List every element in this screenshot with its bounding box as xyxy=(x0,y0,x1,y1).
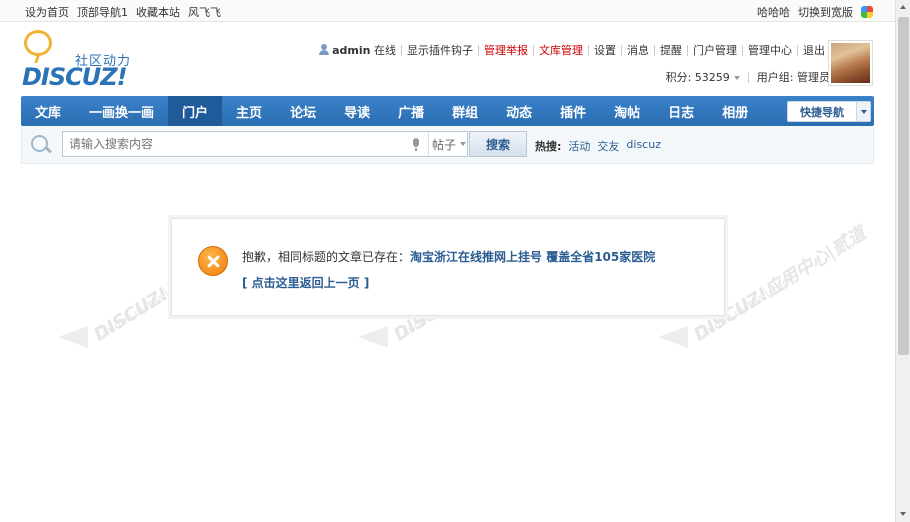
search-icon xyxy=(31,135,51,155)
nav-item-swap[interactable]: 一画换一画 xyxy=(75,96,168,126)
error-notice: 抱歉，相同标题的文章已存在：淘宝浙江在线推网上挂号 覆盖全省105家医院 [ 点… xyxy=(171,218,725,316)
username-link[interactable]: admin xyxy=(332,44,370,57)
nav-item-broadcast[interactable]: 广播 xyxy=(384,96,438,126)
nav-item-groups[interactable]: 群组 xyxy=(438,96,492,126)
watermark-arrow-icon xyxy=(658,326,688,348)
error-icon xyxy=(198,246,228,276)
search-button[interactable]: 搜索 xyxy=(469,131,527,157)
credits-link[interactable]: 积分: 53259 xyxy=(666,69,740,85)
hot-search-label: 热搜: xyxy=(535,140,562,153)
top-nav-link[interactable]: 顶部导航1 xyxy=(77,4,128,20)
settings-link[interactable]: 设置 xyxy=(588,44,621,56)
messages-link[interactable]: 消息 xyxy=(621,44,654,56)
credits-bar: 积分: 53259 用户组: 管理员 xyxy=(666,69,830,85)
nav-item-portal[interactable]: 门户 xyxy=(168,96,223,126)
scroll-up-icon[interactable] xyxy=(896,0,910,15)
microphone-icon[interactable] xyxy=(413,138,419,151)
logout-link[interactable]: 退出 xyxy=(797,44,830,56)
site-logo[interactable]: 社区动力 DISCUZ! xyxy=(22,30,142,92)
search-box: 帖子 xyxy=(62,131,468,157)
theme-color-icon[interactable] xyxy=(861,6,873,18)
hahaha-link[interactable]: 哈哈哈 xyxy=(757,4,790,20)
nav-item-library[interactable]: 文库 xyxy=(21,96,75,126)
separator xyxy=(747,71,749,83)
scroll-down-icon[interactable] xyxy=(896,507,910,522)
hot-term-activity[interactable]: 活动 xyxy=(568,138,590,154)
search-bar: 帖子 搜索 热搜: 活动 交友 discuz xyxy=(21,126,874,164)
manage-reports-link[interactable]: 管理举报 xyxy=(478,44,533,56)
nav-item-home[interactable]: 主页 xyxy=(222,96,276,126)
online-status[interactable]: 在线 xyxy=(374,44,396,57)
search-scope-select[interactable]: 帖子 xyxy=(428,132,468,156)
nav-item-album[interactable]: 相册 xyxy=(708,96,762,126)
logo-wordmark: DISCUZ! xyxy=(22,63,128,91)
notice-message: 抱歉，相同标题的文章已存在：淘宝浙江在线推网上挂号 覆盖全省105家医院 xyxy=(242,248,655,265)
show-plugin-hooks-link[interactable]: 显示插件钩子 xyxy=(401,44,478,56)
quick-nav-label: 快捷导航 xyxy=(800,105,844,119)
credits-value: 积分: 53259 xyxy=(665,71,730,84)
watermark-arrow-icon xyxy=(358,326,388,348)
logo-bubble-tail xyxy=(34,53,46,63)
top-right-links: 哈哈哈 切换到宽版 xyxy=(757,4,873,20)
quick-nav-button[interactable]: 快捷导航 xyxy=(787,101,871,122)
hot-search: 热搜: 活动 交友 discuz xyxy=(535,138,661,154)
search-scope-value: 帖子 xyxy=(432,137,457,152)
caret-down-icon xyxy=(460,142,467,146)
user-link[interactable]: 风飞飞 xyxy=(188,4,221,20)
set-homepage-link[interactable]: 设为首页 xyxy=(25,4,69,20)
avatar[interactable] xyxy=(828,40,873,86)
notice-prefix: 抱歉，相同标题的文章已存在： xyxy=(242,250,411,264)
nav-item-blog[interactable]: 日志 xyxy=(654,96,708,126)
user-info: admin 在线 xyxy=(319,44,401,56)
hot-term-discuz[interactable]: discuz xyxy=(626,138,661,154)
nav-item-forum[interactable]: 论坛 xyxy=(276,96,330,126)
top-left-links: 设为首页 顶部导航1 收藏本站 风飞飞 xyxy=(25,4,221,20)
existing-article-link[interactable]: 淘宝浙江在线推网上挂号 覆盖全省105家医院 xyxy=(410,250,655,264)
avatar-image xyxy=(831,43,870,83)
admin-center-link[interactable]: 管理中心 xyxy=(742,44,797,56)
bookmark-link[interactable]: 收藏本站 xyxy=(136,4,180,20)
caret-down-icon xyxy=(733,76,740,80)
chevron-down-icon[interactable] xyxy=(856,102,870,121)
search-input[interactable] xyxy=(63,132,403,156)
hot-term-friends[interactable]: 交友 xyxy=(597,138,619,154)
watermark-arrow-icon xyxy=(58,326,88,348)
nav-item-feed[interactable]: 动态 xyxy=(492,96,546,126)
library-manage-link[interactable]: 文库管理 xyxy=(533,44,588,56)
switch-wide-link[interactable]: 切换到宽版 xyxy=(798,4,853,20)
user-icon xyxy=(319,44,330,55)
nav-item-collections[interactable]: 淘帖 xyxy=(600,96,654,126)
scroll-thumb[interactable] xyxy=(898,17,909,355)
vertical-scrollbar[interactable] xyxy=(895,0,910,522)
main-nav: 文库 一画换一画 门户 主页 论坛 导读 广播 群组 动态 插件 淘帖 日志 相… xyxy=(21,96,874,126)
portal-manage-link[interactable]: 门户管理 xyxy=(687,44,742,56)
user-nav: admin 在线 显示插件钩子 管理举报 文库管理 设置 消息 提醒 门户管理 … xyxy=(319,44,830,56)
notifications-link[interactable]: 提醒 xyxy=(654,44,687,56)
nav-item-guide[interactable]: 导读 xyxy=(330,96,384,126)
go-back-link[interactable]: [ 点击这里返回上一页 ] xyxy=(242,274,369,291)
top-bar: 设为首页 顶部导航1 收藏本站 风飞飞 哈哈哈 切换到宽版 xyxy=(0,0,895,22)
nav-item-plugins[interactable]: 插件 xyxy=(546,96,600,126)
user-group-link[interactable]: 用户组: 管理员 xyxy=(757,69,830,85)
